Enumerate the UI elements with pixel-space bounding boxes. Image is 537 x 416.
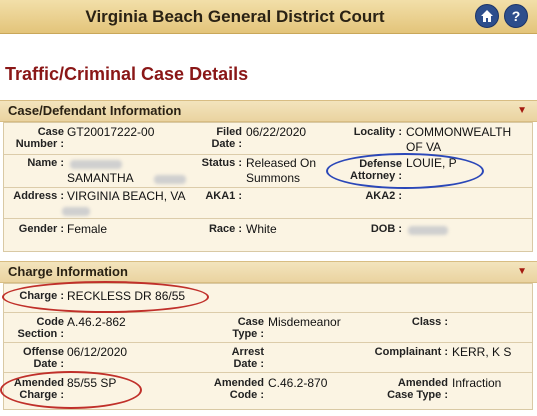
defense-attorney-label: Defense Attorney : bbox=[350, 158, 402, 182]
amended-case-type-value: Infraction bbox=[452, 376, 502, 390]
redacted-address bbox=[62, 207, 90, 216]
filed-date-value: 06/22/2020 bbox=[246, 125, 307, 139]
case-defendant-panel: Case/Defendant Information ▼ Case Number … bbox=[0, 100, 537, 252]
charge-value: RECKLESS DR 86/55 bbox=[67, 289, 186, 303]
code-section-value: A.46.2-862 bbox=[67, 315, 126, 329]
status-label: Status : bbox=[201, 157, 242, 169]
amended-charge-label: Amended Charge : bbox=[13, 377, 64, 401]
case-defendant-header[interactable]: Case/Defendant Information ▼ bbox=[0, 100, 537, 122]
redacted-dob bbox=[408, 226, 448, 235]
aka1-label: AKA1 : bbox=[205, 190, 242, 202]
address-value: VIRGINIA BEACH, VA bbox=[67, 189, 186, 203]
race-label: Race : bbox=[208, 223, 242, 235]
offense-date-value: 06/12/2020 bbox=[67, 345, 128, 359]
address-label: Address : bbox=[13, 190, 64, 202]
redacted-lastname bbox=[70, 160, 122, 169]
collapse-arrow-icon[interactable]: ▼ bbox=[517, 266, 527, 277]
dob-label: DOB : bbox=[370, 223, 402, 235]
header-bar: Virginia Beach General District Court ? bbox=[0, 0, 537, 34]
charge-body: Charge : RECKLESS DR 86/55 Code Section :… bbox=[3, 283, 533, 410]
case-defendant-body: Case Number : GT20017222-00 Filed Date : 0… bbox=[3, 122, 533, 252]
case-number-value: GT20017222-00 bbox=[67, 125, 155, 139]
charge-label: Charge : bbox=[19, 290, 64, 302]
class-label: Class : bbox=[411, 316, 448, 328]
home-button[interactable] bbox=[475, 4, 499, 28]
arrest-date-label: Arrest Date : bbox=[231, 346, 264, 370]
offense-date-label: Offense Date : bbox=[23, 346, 64, 370]
amended-case-type-label: Amended Case Type : bbox=[387, 377, 448, 401]
page-title: Traffic/Criminal Case Details bbox=[5, 64, 249, 84]
case-type-value: Misdemeanor bbox=[268, 315, 341, 329]
aka2-label: AKA2 : bbox=[365, 190, 402, 202]
case-type-label: Case Type : bbox=[232, 316, 264, 340]
race-value: White bbox=[246, 222, 277, 236]
home-icon bbox=[481, 10, 493, 22]
gender-value: Female bbox=[67, 222, 108, 236]
court-name: Virginia Beach General District Court bbox=[85, 7, 385, 26]
complainant-label: Complainant : bbox=[374, 346, 448, 358]
redacted-middlename bbox=[154, 175, 186, 184]
charge-title: Charge Information bbox=[8, 264, 128, 279]
amended-charge-value: 85/55 SP bbox=[67, 376, 117, 390]
gender-label: Gender : bbox=[18, 223, 64, 235]
charge-header[interactable]: Charge Information ▼ bbox=[0, 261, 537, 283]
defense-attorney-value: LOUIE, P bbox=[406, 156, 457, 170]
name-value: SAMANTHA bbox=[67, 171, 134, 185]
locality-label: Locality : bbox=[353, 126, 402, 138]
name-label: Name : bbox=[27, 157, 64, 169]
help-button[interactable]: ? bbox=[504, 4, 528, 28]
filed-date-label: Filed Date : bbox=[211, 126, 242, 150]
collapse-arrow-icon[interactable]: ▼ bbox=[517, 105, 527, 116]
case-number-label: Case Number : bbox=[15, 126, 64, 150]
amended-code-label: Amended Code : bbox=[213, 377, 264, 401]
amended-code-value: C.46.2-870 bbox=[268, 376, 328, 390]
complainant-value: KERR, K S bbox=[452, 345, 512, 359]
status-value: Released On Summons bbox=[246, 156, 317, 185]
locality-value: COMMONWEALTH OF VA bbox=[406, 125, 512, 154]
code-section-label: Code Section : bbox=[17, 316, 64, 340]
case-defendant-title: Case/Defendant Information bbox=[8, 103, 182, 118]
charge-panel: Charge Information ▼ Charge : RECKLESS D… bbox=[0, 261, 537, 413]
